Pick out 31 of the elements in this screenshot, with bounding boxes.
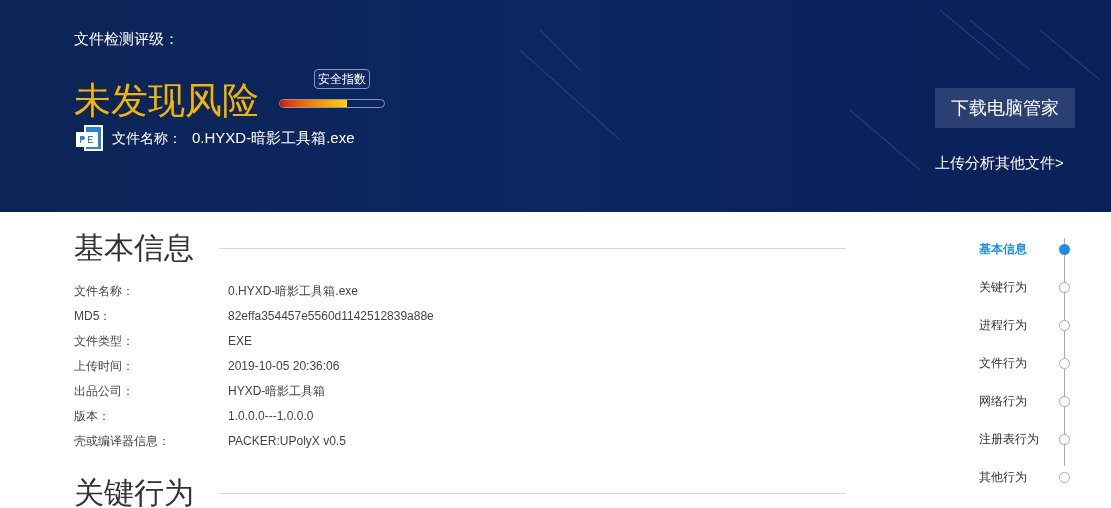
- field-value: PACKER:UPolyX v0.5: [228, 432, 346, 450]
- field-label: 上传时间：: [74, 357, 135, 375]
- nav-link[interactable]: 文件行为: [979, 354, 1027, 372]
- nav-link[interactable]: 进程行为: [979, 316, 1027, 334]
- file-name-label: 文件名称：: [112, 128, 182, 148]
- nav-link[interactable]: 其他行为: [979, 468, 1027, 486]
- section-heading: 基本信息: [74, 230, 194, 266]
- pe-file-icon: [74, 125, 104, 151]
- field-value: 0.HYXD-暗影工具箱.exe: [228, 282, 359, 300]
- meter-tooltip: 安全指数: [314, 69, 370, 89]
- field-label: 文件类型：: [74, 332, 135, 350]
- field-value: 1.0.0.0---1.0.0.0: [228, 407, 314, 425]
- field-value: EXE: [228, 332, 252, 350]
- download-button[interactable]: 下载电脑管家: [935, 88, 1075, 128]
- field-label: 文件名称：: [74, 282, 135, 300]
- field-label: 出品公司：: [74, 382, 135, 400]
- nav-link[interactable]: 关键行为: [979, 278, 1027, 296]
- nav-link[interactable]: 注册表行为: [979, 430, 1039, 448]
- field-value: HYXD-暗影工具箱: [228, 382, 326, 400]
- upload-link[interactable]: 上传分析其他文件>: [935, 153, 1064, 173]
- nav-link[interactable]: 基本信息: [979, 240, 1027, 258]
- field-label: MD5：: [74, 307, 113, 325]
- field-value: 82effa354457e5560d1142512839a88e: [228, 307, 434, 325]
- rating-label: 文件检测评级：: [74, 29, 180, 49]
- file-name: 0.HYXD-暗影工具箱.exe: [192, 127, 355, 148]
- field-value: 2019-10-05 20:36:06: [228, 357, 340, 375]
- field-label: 版本：: [74, 407, 111, 425]
- nav-link[interactable]: 网络行为: [979, 392, 1027, 410]
- verdict-text: 未发现风险: [74, 79, 259, 123]
- section-heading: 关键行为: [74, 475, 194, 508]
- field-label: 壳或编译器信息：: [74, 432, 171, 450]
